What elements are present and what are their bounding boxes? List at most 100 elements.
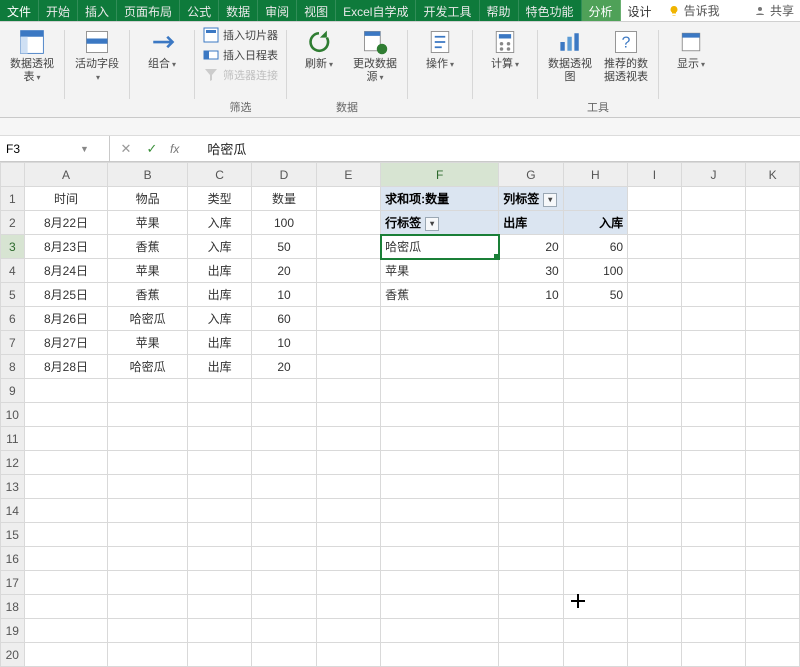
cell-C18[interactable] xyxy=(187,595,251,619)
cell-K19[interactable] xyxy=(746,619,800,643)
cell-K14[interactable] xyxy=(746,499,800,523)
cell-G2[interactable]: 出库 xyxy=(499,211,563,235)
cell-B7[interactable]: 苹果 xyxy=(108,331,187,355)
accept-formula-icon[interactable]: ✓ xyxy=(144,141,160,157)
cell-I15[interactable] xyxy=(628,523,682,547)
cell-E5[interactable] xyxy=(316,283,380,307)
cell-H7[interactable] xyxy=(563,331,627,355)
cell-C8[interactable]: 出库 xyxy=(187,355,251,379)
cell-H17[interactable] xyxy=(563,571,627,595)
cell-G5[interactable]: 10 xyxy=(499,283,563,307)
cell-J5[interactable] xyxy=(681,283,745,307)
cell-H6[interactable] xyxy=(563,307,627,331)
row-1[interactable]: 1时间物品类型数量求和项:数量列标签▾ xyxy=(1,187,800,211)
cell-D15[interactable] xyxy=(252,523,316,547)
cell-I4[interactable] xyxy=(628,259,682,283)
row-17[interactable]: 17 xyxy=(1,571,800,595)
refresh-button[interactable]: 刷新▾ xyxy=(293,26,345,73)
cell-I10[interactable] xyxy=(628,403,682,427)
cell-G1[interactable]: 列标签▾ xyxy=(499,187,563,211)
tab-formulas[interactable]: 公式 xyxy=(180,0,219,21)
cell-B20[interactable] xyxy=(108,643,187,667)
cell-K9[interactable] xyxy=(746,379,800,403)
cell-D5[interactable]: 10 xyxy=(252,283,316,307)
cell-B2[interactable]: 苹果 xyxy=(108,211,187,235)
row-header-17[interactable]: 17 xyxy=(1,571,25,595)
row-header-7[interactable]: 7 xyxy=(1,331,25,355)
cell-J16[interactable] xyxy=(681,547,745,571)
cell-C1[interactable]: 类型 xyxy=(187,187,251,211)
cell-C15[interactable] xyxy=(187,523,251,547)
cell-F2[interactable]: 行标签▾ xyxy=(381,211,499,235)
cell-C5[interactable]: 出库 xyxy=(187,283,251,307)
cell-K12[interactable] xyxy=(746,451,800,475)
cell-A3[interactable]: 8月23日 xyxy=(24,235,108,259)
row-header-10[interactable]: 10 xyxy=(1,403,25,427)
cell-B8[interactable]: 哈密瓜 xyxy=(108,355,187,379)
cell-F5[interactable]: 香蕉 xyxy=(381,283,499,307)
cell-C7[interactable]: 出库 xyxy=(187,331,251,355)
cell-K10[interactable] xyxy=(746,403,800,427)
cell-A20[interactable] xyxy=(24,643,108,667)
cell-G19[interactable] xyxy=(499,619,563,643)
cell-K1[interactable] xyxy=(746,187,800,211)
cell-G3[interactable]: 20 xyxy=(499,235,563,259)
cell-A14[interactable] xyxy=(24,499,108,523)
name-box-input[interactable] xyxy=(6,142,76,156)
cell-F18[interactable] xyxy=(381,595,499,619)
cell-J18[interactable] xyxy=(681,595,745,619)
cell-I17[interactable] xyxy=(628,571,682,595)
cell-H16[interactable] xyxy=(563,547,627,571)
cell-E3[interactable] xyxy=(316,235,380,259)
row-header-6[interactable]: 6 xyxy=(1,307,25,331)
cell-C14[interactable] xyxy=(187,499,251,523)
tab-design[interactable]: 设计 xyxy=(621,0,660,21)
cell-B11[interactable] xyxy=(108,427,187,451)
col-J[interactable]: J xyxy=(681,163,745,187)
recommend-pivot-button[interactable]: ? 推荐的数据透视表 xyxy=(600,26,652,86)
row-header-4[interactable]: 4 xyxy=(1,259,25,283)
cell-F6[interactable] xyxy=(381,307,499,331)
cell-E7[interactable] xyxy=(316,331,380,355)
cell-K16[interactable] xyxy=(746,547,800,571)
pivot-table-button[interactable]: 数据透视表▾ xyxy=(6,26,58,86)
tab-selfstudy[interactable]: Excel自学成 xyxy=(336,0,416,21)
cell-D11[interactable] xyxy=(252,427,316,451)
col-A[interactable]: A xyxy=(24,163,108,187)
cell-K7[interactable] xyxy=(746,331,800,355)
active-field-button[interactable]: 活动字段▾ xyxy=(71,26,123,86)
row-header-2[interactable]: 2 xyxy=(1,211,25,235)
row-header-15[interactable]: 15 xyxy=(1,523,25,547)
cell-B18[interactable] xyxy=(108,595,187,619)
cell-B19[interactable] xyxy=(108,619,187,643)
cell-K13[interactable] xyxy=(746,475,800,499)
cell-I9[interactable] xyxy=(628,379,682,403)
cell-J13[interactable] xyxy=(681,475,745,499)
cell-K3[interactable] xyxy=(746,235,800,259)
cell-I3[interactable] xyxy=(628,235,682,259)
cell-B1[interactable]: 物品 xyxy=(108,187,187,211)
cell-G7[interactable] xyxy=(499,331,563,355)
cell-C20[interactable] xyxy=(187,643,251,667)
row-6[interactable]: 68月26日哈密瓜入库60 xyxy=(1,307,800,331)
row-9[interactable]: 9 xyxy=(1,379,800,403)
row-3[interactable]: 38月23日香蕉入库50哈密瓜2060 xyxy=(1,235,800,259)
cell-A19[interactable] xyxy=(24,619,108,643)
tab-analyze[interactable]: 分析 xyxy=(582,0,621,21)
cell-H14[interactable] xyxy=(563,499,627,523)
column-header-row[interactable]: A B C D E F G H I J K xyxy=(1,163,800,187)
insert-timeline-button[interactable]: 插入日程表 xyxy=(201,46,280,64)
cell-F10[interactable] xyxy=(381,403,499,427)
cell-K11[interactable] xyxy=(746,427,800,451)
cell-F17[interactable] xyxy=(381,571,499,595)
cell-C3[interactable]: 入库 xyxy=(187,235,251,259)
col-I[interactable]: I xyxy=(628,163,682,187)
cell-G14[interactable] xyxy=(499,499,563,523)
row-16[interactable]: 16 xyxy=(1,547,800,571)
cell-E4[interactable] xyxy=(316,259,380,283)
cell-E16[interactable] xyxy=(316,547,380,571)
cell-D18[interactable] xyxy=(252,595,316,619)
cell-C19[interactable] xyxy=(187,619,251,643)
cell-K20[interactable] xyxy=(746,643,800,667)
cell-G10[interactable] xyxy=(499,403,563,427)
